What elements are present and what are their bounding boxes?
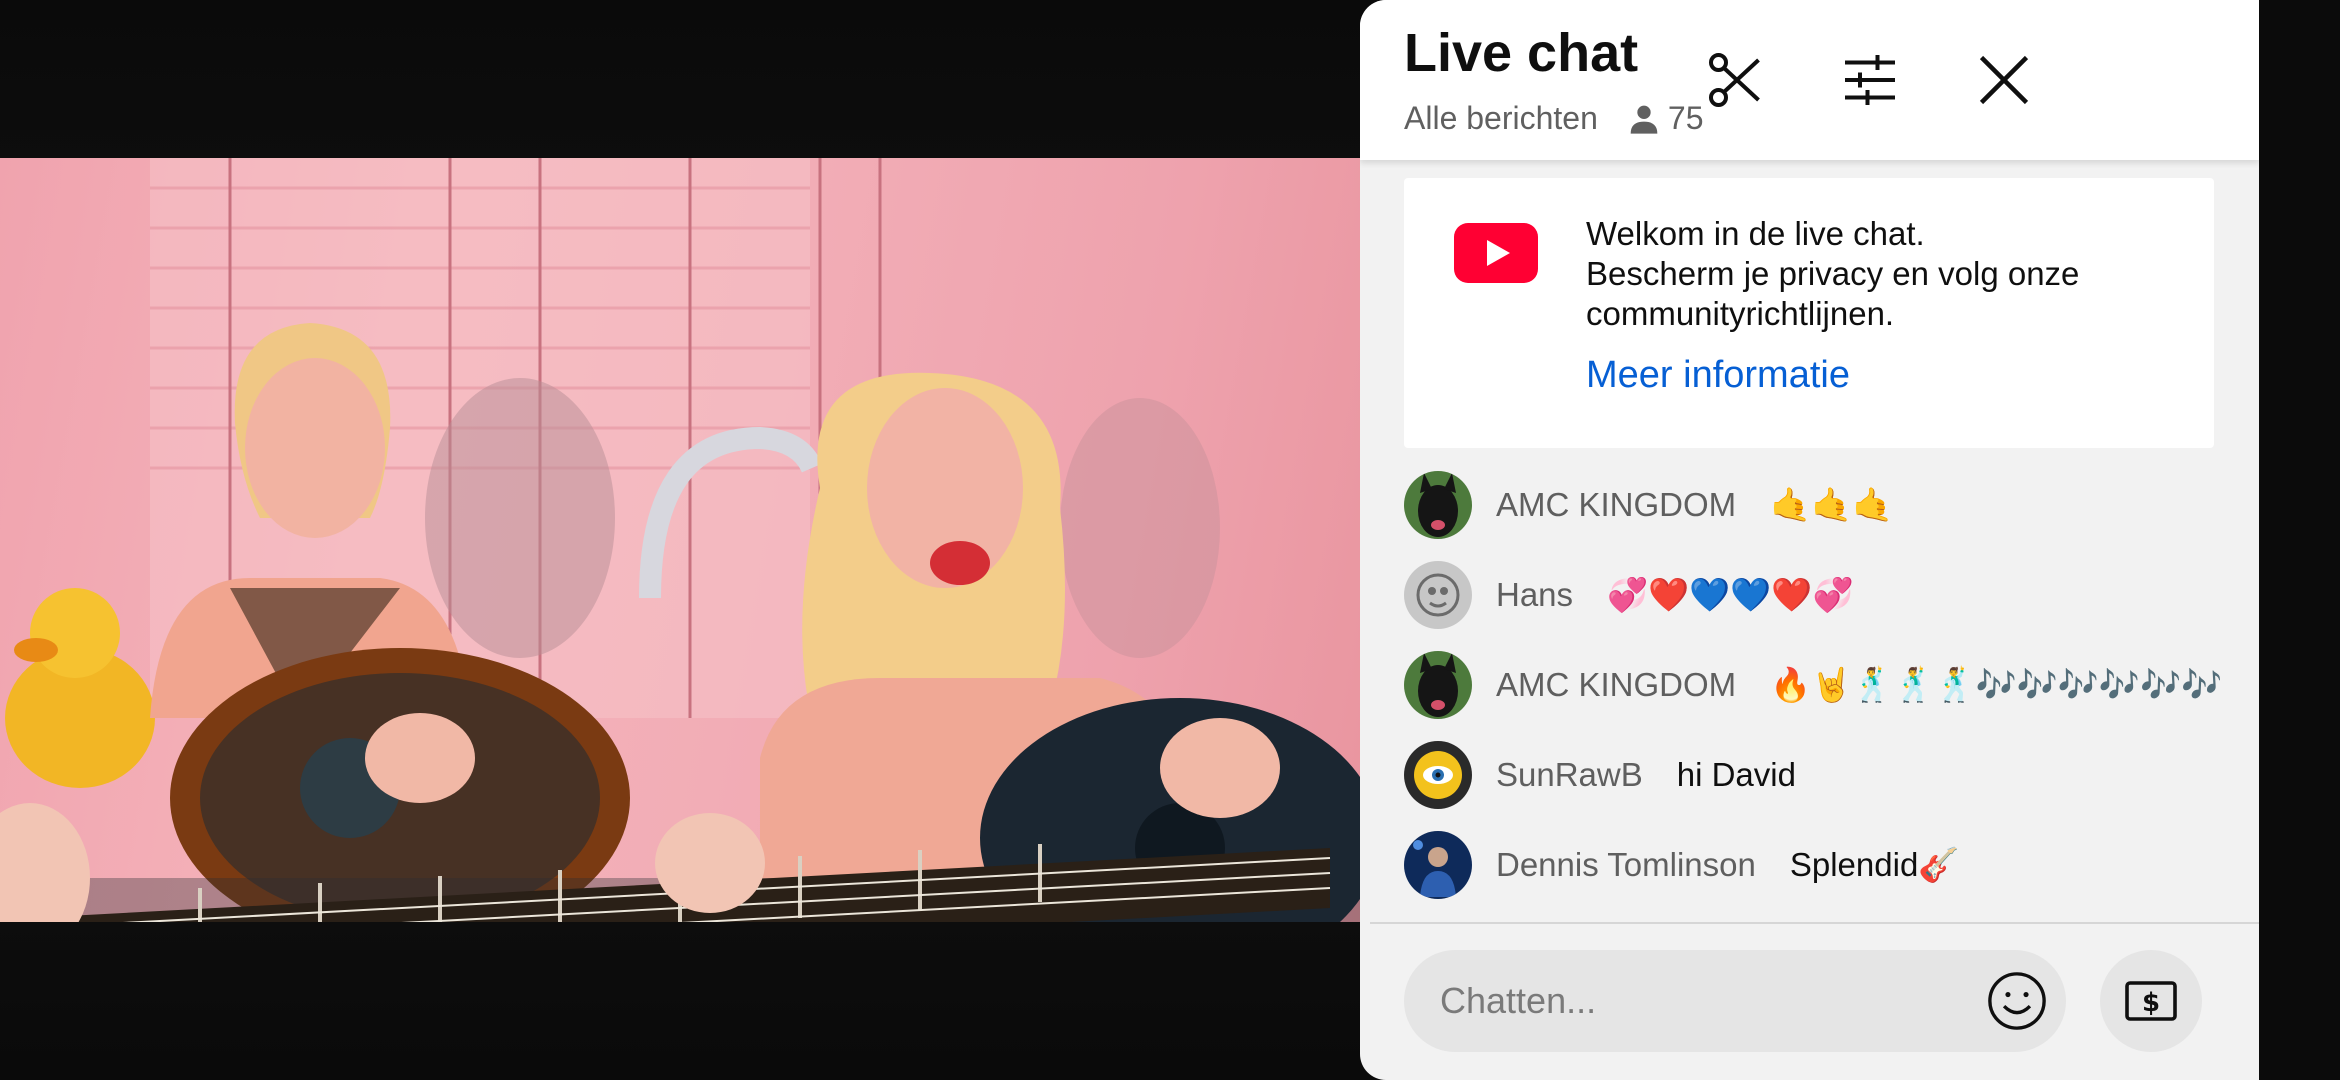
sliders-icon — [1845, 55, 1895, 105]
video-scene-image — [0, 158, 1360, 922]
chat-title: Live chat — [1404, 23, 1639, 83]
person-icon — [1630, 105, 1658, 134]
super-chat-button[interactable]: $ — [2100, 950, 2202, 1052]
chat-settings-button[interactable] — [1830, 40, 1910, 120]
chat-message[interactable]: AMC KINGDOM 🤙🤙🤙 — [1404, 470, 1893, 540]
more-info-link[interactable]: Meer informatie — [1586, 354, 1850, 397]
black-dog-avatar[interactable] — [1404, 471, 1472, 539]
chat-input[interactable]: Chatten... — [1404, 950, 2066, 1052]
chat-message[interactable]: SunRawB hi David — [1404, 740, 1796, 810]
live-chat-panel: Live chat Alle berichten 75 Welkom in de… — [1360, 0, 2259, 1080]
message-author[interactable]: SunRawB — [1496, 756, 1643, 794]
message-author[interactable]: AMC KINGDOM — [1496, 486, 1736, 524]
message-author[interactable]: Hans — [1496, 576, 1573, 614]
chat-header: Live chat Alle berichten 75 — [1360, 0, 2259, 160]
scissors-icon — [1709, 53, 1760, 107]
video-player[interactable] — [0, 0, 1360, 1080]
message-text: 💞❤️💙💙❤️💞 — [1607, 575, 1854, 613]
welcome-card: Welkom in de live chat. Bescherm je priv… — [1404, 178, 2214, 448]
message-text: 🤙🤙🤙 — [1770, 485, 1894, 523]
video-frame[interactable] — [0, 158, 1360, 922]
blue-photo-avatar[interactable] — [1404, 831, 1472, 899]
message-author[interactable]: AMC KINGDOM — [1496, 666, 1736, 704]
welcome-line-1: Welkom in de live chat. — [1586, 215, 1925, 252]
emoji-icon[interactable] — [1986, 970, 2048, 1032]
screen: Live chat Alle berichten 75 Welkom in de… — [0, 0, 2340, 1080]
input-divider — [1370, 922, 2259, 924]
close-chat-button[interactable] — [1964, 40, 2044, 120]
close-icon — [1979, 55, 2029, 105]
message-text: hi David — [1676, 756, 1796, 793]
clip-button[interactable] — [1696, 40, 1776, 120]
chat-filter-label[interactable]: Alle berichten — [1404, 100, 1598, 137]
screen-edge — [2259, 0, 2340, 1080]
grey-sketch-avatar[interactable] — [1404, 561, 1472, 629]
welcome-message: Welkom in de live chat. Bescherm je priv… — [1586, 214, 2186, 334]
chat-message[interactable]: AMC KINGDOM 🔥🤘🕺🕺🕺🎶🎶🎶🎶🎶🎶 — [1404, 650, 2222, 720]
message-text: Splendid🎸 — [1789, 845, 1960, 883]
dollar-bill-icon: $ — [2125, 981, 2177, 1021]
message-text: 🔥🤘🕺🕺🕺🎶🎶🎶🎶🎶🎶 — [1770, 665, 2223, 703]
youtube-logo-icon — [1454, 223, 1538, 283]
chat-message[interactable]: Dennis Tomlinson Splendid🎸 — [1404, 830, 1959, 900]
message-author[interactable]: Dennis Tomlinson — [1496, 846, 1756, 884]
svg-text:$: $ — [2142, 988, 2160, 1018]
black-dog-avatar[interactable] — [1404, 651, 1472, 719]
welcome-line-2: Bescherm je privacy en volg onze communi… — [1586, 255, 2080, 332]
chat-filter-row[interactable]: Alle berichten 75 — [1404, 100, 1703, 137]
sun-eye-avatar[interactable] — [1404, 741, 1472, 809]
chat-input-placeholder[interactable]: Chatten... — [1440, 980, 1596, 1022]
chat-message[interactable]: Hans 💞❤️💙💙❤️💞 — [1404, 560, 1854, 630]
